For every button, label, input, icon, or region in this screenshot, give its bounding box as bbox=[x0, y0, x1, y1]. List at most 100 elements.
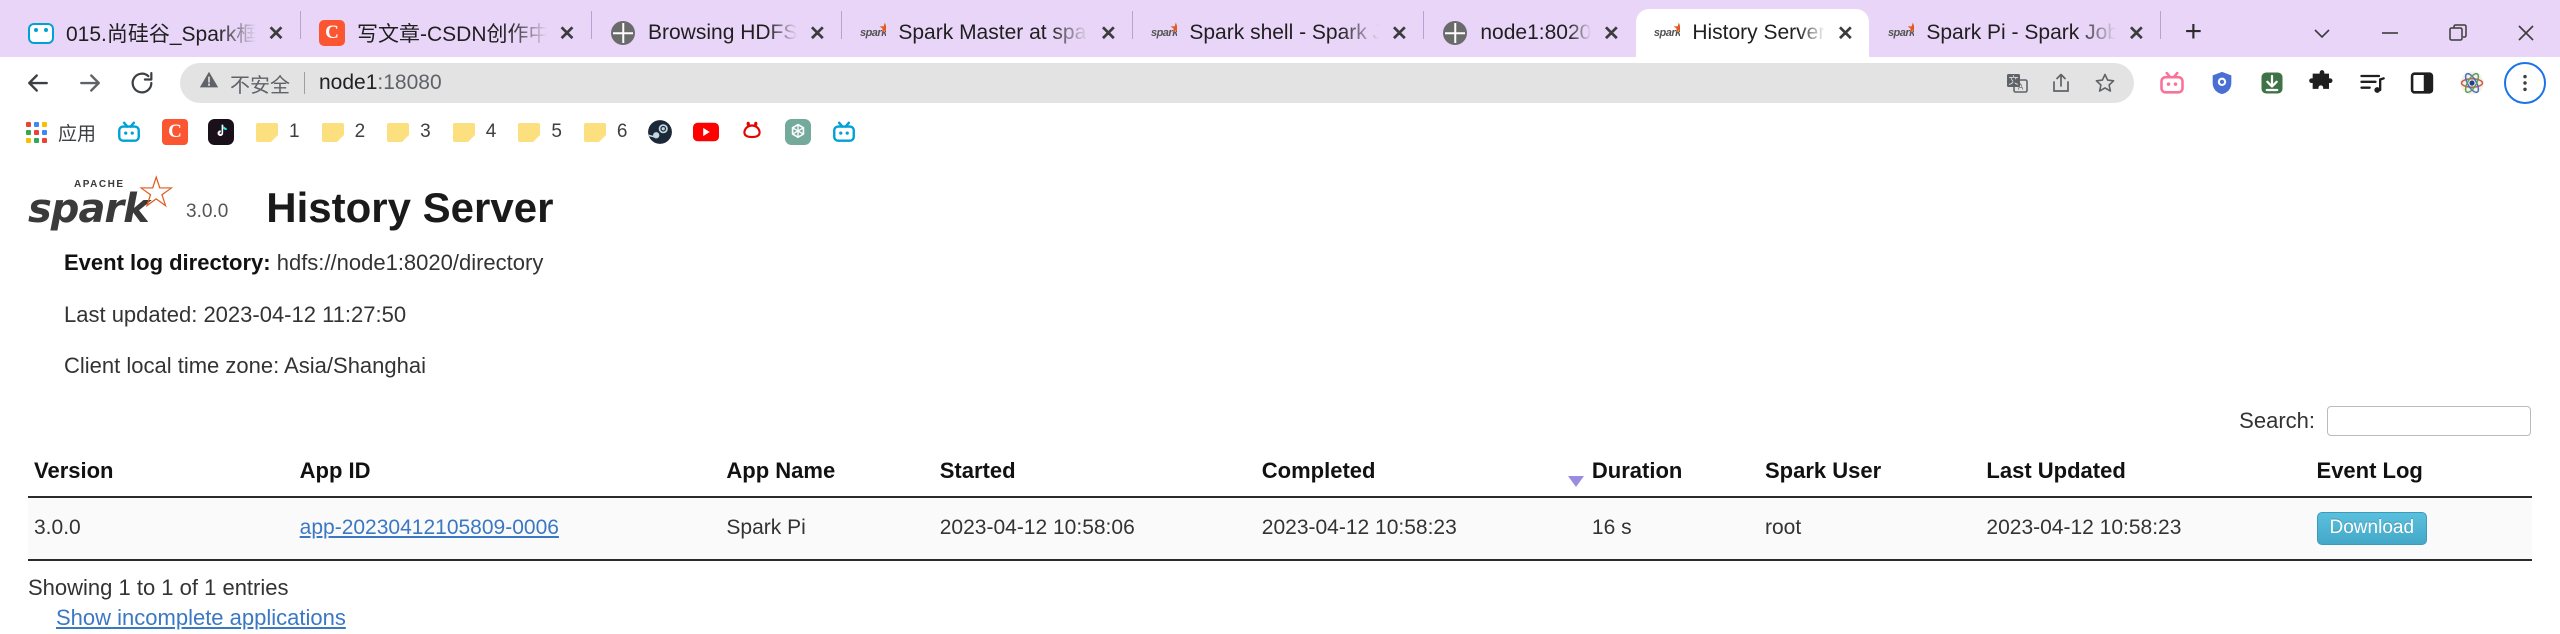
column-header-last-updated[interactable]: Last Updated bbox=[1980, 447, 2311, 498]
browser-tab-1[interactable]: C 写文章-CSDN创作中心 ✕ bbox=[301, 9, 591, 57]
cell-version: 3.0.0 bbox=[28, 496, 294, 562]
download-ext-icon[interactable] bbox=[2250, 61, 2294, 105]
share-icon[interactable] bbox=[2040, 62, 2082, 104]
browser-tab-5[interactable]: node1:8020 ✕ bbox=[1424, 9, 1635, 57]
bookmark-apps[interactable]: 应用 bbox=[14, 114, 105, 150]
kebab-menu-icon[interactable] bbox=[2504, 62, 2546, 104]
browser-tab-3[interactable]: spark Spark Master at spark ✕ bbox=[842, 9, 1132, 57]
bookmark-tiktok[interactable] bbox=[199, 114, 243, 150]
bookmark-baidu[interactable] bbox=[730, 114, 774, 150]
spark-history-server-page: spark APACHE ☆ 3.0.0 History Server Even… bbox=[0, 155, 2560, 632]
steam-icon bbox=[647, 119, 673, 145]
sort-descending-icon bbox=[1567, 475, 1584, 487]
column-header-started[interactable]: Started bbox=[933, 447, 1256, 498]
maximize-restore-icon[interactable] bbox=[2424, 9, 2492, 57]
browser-tab-0[interactable]: 015.尚硅谷_Spark框架 ✕ bbox=[10, 9, 300, 57]
tab-close-icon[interactable]: ✕ bbox=[803, 19, 831, 47]
address-bar-url: node1:18080 bbox=[319, 71, 442, 95]
tab-close-icon[interactable]: ✕ bbox=[2122, 19, 2150, 47]
cell-app-name: Spark Pi bbox=[720, 496, 934, 562]
bookmark-bilibili[interactable] bbox=[107, 114, 151, 150]
bookmark-folder-1[interactable]: 1 bbox=[245, 114, 309, 150]
column-header-event-log[interactable]: Event Log bbox=[2310, 447, 2532, 498]
atom-ext-icon[interactable] bbox=[2450, 61, 2494, 105]
bookmark-folder-5[interactable]: 5 bbox=[507, 114, 571, 150]
bookmark-steam[interactable] bbox=[638, 114, 682, 150]
forward-button[interactable] bbox=[66, 59, 114, 107]
tab-close-icon[interactable]: ✕ bbox=[1831, 19, 1859, 47]
bookmark-bilibili-2[interactable] bbox=[822, 114, 866, 150]
column-header-duration[interactable]: Duration bbox=[1585, 447, 1759, 498]
search-input[interactable] bbox=[2327, 405, 2531, 436]
insecure-label: 不安全 bbox=[230, 74, 290, 97]
app-id-link[interactable]: app-20230412105809-0006 bbox=[300, 516, 559, 539]
shield-ext-icon[interactable] bbox=[2200, 61, 2244, 105]
puzzle-icon[interactable] bbox=[2300, 61, 2344, 105]
translate-icon[interactable]: 文A bbox=[1996, 62, 2038, 104]
tab-close-icon[interactable]: ✕ bbox=[1094, 19, 1122, 47]
column-header-spark-user[interactable]: Spark User bbox=[1759, 447, 1981, 498]
new-tab-button[interactable]: + bbox=[2171, 10, 2215, 54]
folder-icon bbox=[385, 119, 411, 145]
browser-tab-6-active[interactable]: spark History Server ✕ bbox=[1636, 9, 1870, 57]
address-bar[interactable]: 不安全 node1:18080 文A bbox=[180, 63, 2134, 103]
bookmark-youtube[interactable] bbox=[684, 114, 728, 150]
browser-tab-2[interactable]: Browsing HDFS ✕ bbox=[592, 9, 841, 57]
reload-button[interactable] bbox=[118, 59, 166, 107]
insecure-warning[interactable]: 不安全 bbox=[198, 69, 290, 98]
bookmark-csdn[interactable]: C bbox=[153, 114, 197, 150]
cell-started: 2023-04-12 10:58:06 bbox=[933, 496, 1256, 562]
column-header-completed[interactable]: Completed bbox=[1255, 447, 1586, 498]
showing-entries-text: Showing 1 to 1 of 1 entries bbox=[28, 575, 289, 601]
folder-icon bbox=[582, 119, 608, 145]
browser-tab-4[interactable]: spark Spark shell - Spark Jobs ✕ bbox=[1133, 9, 1423, 57]
show-incomplete-applications-link[interactable]: Show incomplete applications bbox=[28, 605, 346, 630]
search-row: Search: bbox=[28, 392, 2531, 448]
table-header-row: Version App ID App Name Started Complete… bbox=[28, 447, 2532, 498]
column-header-app-name[interactable]: App Name bbox=[720, 447, 934, 498]
bookmark-folder-2[interactable]: 2 bbox=[311, 114, 375, 150]
bookmark-chatgpt[interactable] bbox=[776, 114, 820, 150]
tab-close-icon[interactable]: ✕ bbox=[1597, 19, 1625, 47]
svg-text:A: A bbox=[2018, 83, 2024, 92]
bookmark-label: 6 bbox=[616, 121, 628, 142]
cell-spark-user: root bbox=[1759, 496, 1981, 562]
bookmark-folder-4[interactable]: 4 bbox=[442, 114, 506, 150]
column-header-app-id[interactable]: App ID bbox=[293, 447, 721, 498]
side-panel-icon[interactable] bbox=[2400, 61, 2444, 105]
bookmarks-bar: 应用 C 1 2 3 4 5 6 bbox=[0, 109, 2560, 155]
omnibox-divider bbox=[304, 72, 305, 94]
table-row: 3.0.0 app-20230412105809-0006 Spark Pi 2… bbox=[28, 496, 2532, 562]
tab-title: Browsing HDFS bbox=[648, 21, 798, 44]
bilibili-icon bbox=[116, 119, 142, 145]
folder-icon bbox=[516, 119, 542, 145]
bookmark-label: 应用 bbox=[58, 123, 97, 145]
minimize-icon[interactable] bbox=[2356, 9, 2424, 57]
bilibili-ext-icon[interactable] bbox=[2150, 61, 2194, 105]
cell-event-log: Download bbox=[2310, 496, 2532, 562]
tab-title: 写文章-CSDN创作中心 bbox=[357, 23, 547, 46]
event-log-directory-label: Event log directory: bbox=[64, 250, 271, 275]
bookmark-label: 5 bbox=[551, 121, 562, 142]
browser-tab-7[interactable]: spark Spark Pi - Spark Jobs ✕ bbox=[1870, 9, 2160, 57]
url-host: node1 bbox=[319, 71, 378, 94]
tab-close-icon[interactable]: ✕ bbox=[553, 19, 581, 47]
close-window-icon[interactable] bbox=[2492, 9, 2560, 57]
tab-close-icon[interactable]: ✕ bbox=[262, 19, 290, 47]
spark-icon: spark bbox=[1151, 20, 1177, 46]
back-button[interactable] bbox=[14, 59, 62, 107]
bookmark-folder-3[interactable]: 3 bbox=[376, 114, 440, 150]
download-button[interactable]: Download bbox=[2316, 511, 2428, 546]
bookmark-label: 3 bbox=[420, 121, 431, 142]
spark-icon: spark bbox=[860, 20, 886, 46]
column-header-version[interactable]: Version bbox=[28, 447, 294, 498]
cell-completed: 2023-04-12 10:58:23 bbox=[1255, 496, 1586, 562]
warning-triangle-icon bbox=[198, 69, 220, 97]
tab-title: History Server bbox=[1692, 21, 1826, 44]
bookmark-folder-6[interactable]: 6 bbox=[573, 114, 637, 150]
tab-close-icon[interactable]: ✕ bbox=[1385, 19, 1413, 47]
reading-list-icon[interactable] bbox=[2350, 61, 2394, 105]
cell-last-updated: 2023-04-12 10:58:23 bbox=[1980, 496, 2311, 562]
chevron-down-icon[interactable] bbox=[2288, 9, 2356, 57]
bookmark-star-icon[interactable] bbox=[2084, 62, 2126, 104]
